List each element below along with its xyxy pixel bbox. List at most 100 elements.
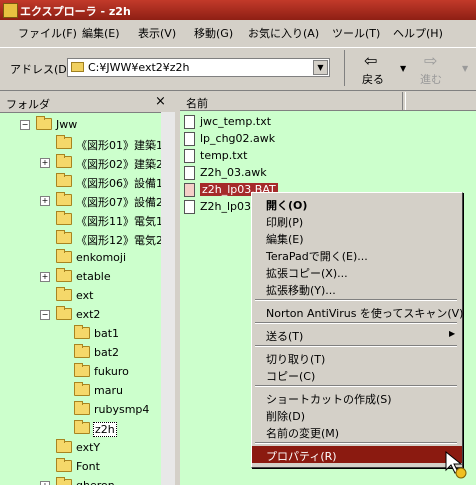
tree-node-label: ext2	[76, 308, 101, 321]
menu-item-delete[interactable]: 削除(D)	[252, 406, 462, 423]
tree-node-label: rubysmp4	[94, 403, 150, 416]
menu-separator	[255, 442, 457, 444]
file-name: jwc_temp.txt	[200, 115, 272, 128]
folder-icon	[74, 325, 90, 339]
collapse-icon[interactable]: −	[40, 310, 50, 320]
folder-open-icon	[36, 116, 52, 130]
tree-node-label: bat2	[94, 346, 120, 359]
folder-pane-header: フォルダ ×	[0, 92, 175, 113]
tree-node-label: 《図形07》設備2	[76, 196, 163, 209]
menu-item-norton-scan[interactable]: Norton AntiVirus を使ってスキャン(V)	[252, 303, 464, 320]
folder-icon	[56, 287, 72, 301]
tree-node-label: z2h	[93, 422, 117, 437]
column-header: 名前	[180, 92, 476, 111]
address-dropdown-button[interactable]: ▼	[313, 60, 328, 75]
column-separator[interactable]	[402, 92, 406, 110]
folder-icon	[56, 135, 72, 149]
folder-icon	[74, 382, 90, 396]
menu-item-properties[interactable]: プロパティ(R)	[252, 446, 462, 463]
title-bar[interactable]: エクスプローラ - z2h	[0, 0, 476, 20]
folder-icon	[74, 344, 90, 358]
menu-item-label: Norton AntiVirus を使ってスキャン(V)	[266, 307, 464, 320]
tree-node-label: 《図形01》建築1	[76, 139, 163, 152]
menu-item-cut[interactable]: 切り取り(T)	[252, 349, 462, 366]
folder-icon	[74, 401, 90, 415]
file-name: lp_chg02.awk	[200, 132, 276, 145]
folder-icon	[56, 230, 72, 244]
menu-separator	[255, 345, 457, 347]
tree-node-label: ext	[76, 289, 94, 302]
file-name: temp.txt	[200, 149, 248, 162]
expand-icon[interactable]: +	[40, 158, 50, 168]
expand-icon[interactable]: +	[40, 272, 50, 282]
menu-go[interactable]: 移動(G)	[194, 25, 233, 41]
folder-icon	[74, 363, 90, 377]
tree-node-label: 《図形11》電気1	[76, 215, 163, 228]
folder-open-icon	[74, 420, 90, 434]
forward-dropdown-icon[interactable]: ▼	[462, 64, 468, 73]
menu-separator	[255, 322, 457, 324]
column-header-name[interactable]: 名前	[186, 95, 208, 111]
folder-pane: フォルダ × − Jww 《図形01》建築1 + 《図形02》建築2 《図形06…	[0, 92, 175, 485]
menu-file[interactable]: ファイル(F)	[18, 25, 77, 41]
menu-edit[interactable]: 編集(E)	[82, 25, 120, 41]
menu-favorites[interactable]: お気に入り(A)	[248, 25, 319, 41]
folder-icon	[56, 173, 72, 187]
menu-item-edit[interactable]: 編集(E)	[252, 229, 462, 246]
tree-node-label: Font	[76, 460, 100, 473]
folder-tree-scrollbar[interactable]	[161, 112, 175, 485]
folder-icon	[71, 62, 84, 72]
menu-item-label: 削除(D)	[266, 410, 306, 423]
tree-node-label: Jww	[56, 118, 78, 131]
tree-node-label: 《図形06》設備1	[76, 177, 163, 190]
menu-view[interactable]: 表示(V)	[138, 25, 176, 41]
window-title: エクスプローラ - z2h	[20, 5, 131, 18]
menu-help[interactable]: ヘルプ(H)	[393, 25, 443, 41]
mouse-cursor-icon	[445, 451, 467, 479]
back-label: 戻る	[362, 73, 384, 86]
tree-node-label: gheron	[76, 479, 115, 485]
folder-icon	[56, 477, 72, 485]
menu-item-label: 拡張コピー(X)...	[266, 267, 348, 280]
collapse-icon[interactable]: −	[20, 120, 30, 130]
expand-icon[interactable]: +	[40, 196, 50, 206]
menu-item-open[interactable]: 開く(O)	[252, 195, 462, 212]
awk-file-icon	[184, 166, 195, 180]
address-input[interactable]: C:¥JWW¥ext2¥z2h ▼	[67, 58, 330, 77]
expand-icon[interactable]: +	[40, 481, 50, 485]
menu-item-extended-move[interactable]: 拡張移動(Y)...	[252, 280, 462, 297]
menu-item-open-terapad[interactable]: TeraPadで開く(E)...	[252, 246, 462, 263]
folder-icon	[56, 192, 72, 206]
menu-item-copy[interactable]: コピー(C)	[252, 366, 462, 383]
tree-node-label: 《図形02》建築2	[76, 158, 163, 171]
forward-label: 進む	[420, 73, 442, 86]
menu-item-label: TeraPadで開く(E)...	[266, 250, 368, 263]
menu-tools[interactable]: ツール(T)	[332, 25, 380, 41]
menu-item-extended-copy[interactable]: 拡張コピー(X)...	[252, 263, 462, 280]
folder-icon	[56, 439, 72, 453]
menu-separator	[255, 299, 457, 301]
tree-node-label: enkomoji	[76, 251, 127, 264]
menu-bar: ファイル(F) 編集(E) 表示(V) 移動(G) お気に入り(A) ツール(T…	[0, 22, 476, 44]
menu-item-label: 切り取り(T)	[266, 353, 326, 366]
back-button[interactable]: ⇦ 戻る ▼	[344, 50, 407, 86]
address-bar: アドレス(D) C:¥JWW¥ext2¥z2h ▼ ⇦ 戻る ▼ ⇨ 進む ▼	[0, 47, 476, 91]
menu-item-label: 印刷(P)	[266, 216, 304, 229]
folder-icon	[56, 154, 72, 168]
tree-node-label: fukuro	[94, 365, 129, 378]
awk-file-icon	[184, 132, 195, 146]
forward-arrow-icon: ⇨	[424, 51, 438, 70]
menu-item-label: 編集(E)	[266, 233, 304, 246]
forward-button[interactable]: ⇨ 進む ▼	[412, 50, 472, 86]
file-name: Z2h_03.awk	[200, 166, 267, 179]
menu-item-send-to[interactable]: 送る(T) ▶	[252, 326, 462, 343]
folder-icon	[56, 458, 72, 472]
menu-item-rename[interactable]: 名前の変更(M)	[252, 423, 462, 440]
back-dropdown-icon[interactable]: ▼	[400, 64, 406, 73]
close-icon[interactable]: ×	[155, 94, 166, 109]
menu-item-create-shortcut[interactable]: ショートカットの作成(S)	[252, 389, 462, 406]
menu-item-print[interactable]: 印刷(P)	[252, 212, 462, 229]
text-file-icon	[184, 200, 195, 214]
folder-pane-title: フォルダ	[6, 98, 50, 111]
folder-icon	[56, 249, 72, 263]
